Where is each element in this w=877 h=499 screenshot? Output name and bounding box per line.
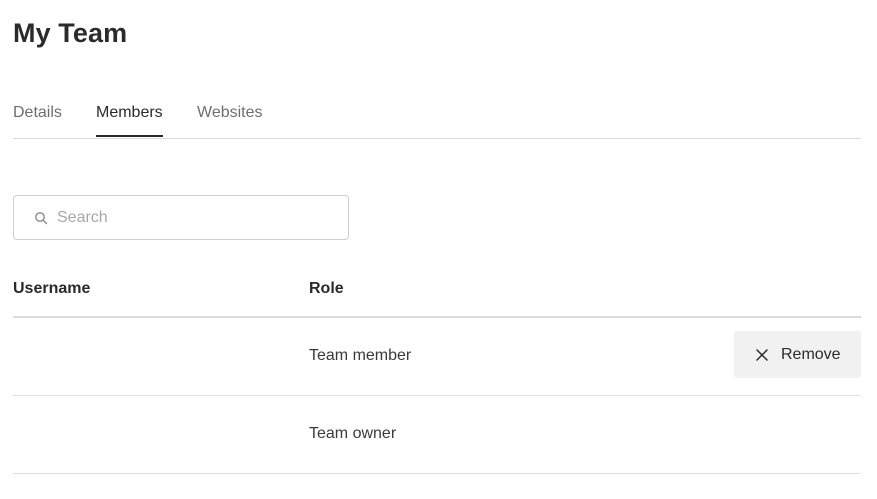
members-table: Username Role Team member Remove Team ow… [13,270,861,474]
team-page: My Team Details Members Websites Usernam… [0,0,877,499]
tab-members[interactable]: Members [96,104,163,137]
close-icon [756,348,768,361]
role-cell: Team member [309,347,412,364]
table-row: Team owner [13,396,861,474]
tab-websites[interactable]: Websites [197,104,263,137]
tab-details[interactable]: Details [13,104,62,137]
role-cell: Team owner [309,425,397,442]
search-input[interactable] [57,196,337,239]
column-header-role: Role [309,280,344,297]
tab-bar: Details Members Websites [13,100,861,139]
remove-button[interactable]: Remove [734,331,861,378]
page-title: My Team [13,18,128,48]
table-header: Username Role [13,270,861,318]
search-box[interactable] [13,195,349,240]
column-header-username: Username [13,280,91,297]
table-row: Team member Remove [13,318,861,396]
search-icon [35,212,48,225]
remove-button-label: Remove [781,345,841,363]
